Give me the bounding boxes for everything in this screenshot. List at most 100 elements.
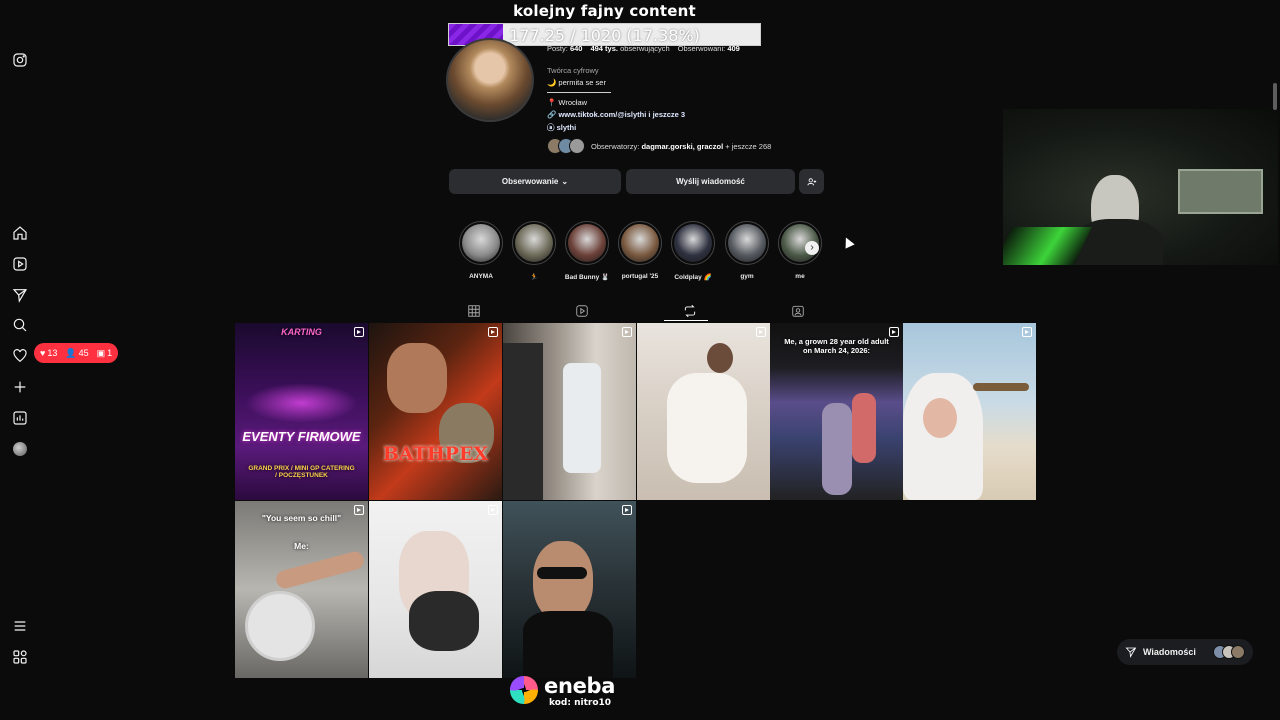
webcam-person-body <box>1073 219 1163 265</box>
likes-count: ♥ 13 <box>40 348 58 358</box>
reel-icon <box>354 327 364 337</box>
grid-tile[interactable] <box>503 323 636 500</box>
profile-category: Twórca cyfrowy <box>547 66 599 75</box>
highlight-cover <box>671 221 715 265</box>
messages-avatars <box>1213 645 1245 659</box>
tile-umbrella <box>973 383 1029 391</box>
grid-tile[interactable] <box>637 323 770 500</box>
highlight-item[interactable]: ANYMA <box>457 221 505 280</box>
home-icon[interactable] <box>12 225 28 241</box>
reel-icon <box>1022 327 1032 337</box>
followed-by-row[interactable]: Obserwatorzy: dagmar.gorski, graczol + j… <box>547 138 771 154</box>
highlight-label: 🏃 <box>529 274 539 281</box>
follows-count: 👤 45 <box>65 347 89 359</box>
mouse-cursor <box>841 235 855 249</box>
profile-picture[interactable] <box>446 38 534 122</box>
stats-icon[interactable] <box>12 410 28 426</box>
tile-text: "You seem so chill" <box>261 513 342 523</box>
tile-figure <box>822 403 852 495</box>
highlight-label: Coldplay 🌈 <box>674 274 712 281</box>
tile-sunglasses <box>537 567 587 579</box>
highlight-item[interactable]: Bad Bunny 🐰 <box>563 221 611 281</box>
tab-reels[interactable] <box>575 304 589 318</box>
tile-figure <box>707 343 733 373</box>
tile-text: EVENTY FIRMOWE <box>242 429 361 444</box>
bio-divider <box>547 92 611 93</box>
search-icon[interactable] <box>12 317 28 333</box>
following-stat[interactable]: Obserwowani: 409 <box>678 44 740 53</box>
grid-tile[interactable]: KARTING EVENTY FIRMOWE GRAND PRIX / MINI… <box>235 323 368 500</box>
highlight-label: ANYMA <box>469 273 493 280</box>
followed-by-avatars <box>547 138 585 154</box>
followers-stat[interactable]: 494 tys. obserwujących <box>590 44 669 53</box>
webcam-overlay <box>1003 109 1278 265</box>
add-user-button[interactable] <box>799 169 824 194</box>
profile-stats: Posty: 640 494 tys. obserwujących Obserw… <box>547 44 740 53</box>
active-tab-indicator <box>664 320 708 321</box>
bio-line: 🌙 permita se ser <box>547 78 606 87</box>
messages-button[interactable]: Wiadomości <box>1117 639 1253 665</box>
reels-icon[interactable] <box>12 256 28 272</box>
bio-link[interactable]: 🔗 www.tiktok.com/@islythi i jeszcze 3 <box>547 110 685 119</box>
instagram-icon[interactable] <box>12 52 28 68</box>
highlight-item[interactable]: 🏃 <box>510 221 558 281</box>
bio-location: 📍 Wrocław <box>547 98 588 107</box>
highlight-cover <box>725 221 769 265</box>
highlight-cover <box>565 221 609 265</box>
threads-link[interactable]: ⓐ slythi <box>547 122 576 133</box>
messages-label: Wiadomości <box>1143 647 1196 657</box>
heart-icon[interactable] <box>12 348 28 364</box>
tab-posts[interactable] <box>467 304 481 318</box>
send-icon[interactable] <box>12 287 28 303</box>
grid-tile[interactable] <box>503 501 636 678</box>
highlight-item[interactable]: Coldplay 🌈 <box>669 221 717 281</box>
tile-text: Me: <box>294 541 309 551</box>
following-button[interactable]: Obserwowanie ⌄ <box>449 169 621 194</box>
chevron-down-icon: ⌄ <box>561 177 569 186</box>
send-icon <box>1125 647 1137 658</box>
highlight-item[interactable]: gym <box>723 221 771 280</box>
highlight-label: Bad Bunny 🐰 <box>564 274 610 281</box>
reel-icon <box>622 327 632 337</box>
scrollbar[interactable] <box>1273 83 1277 110</box>
other-count: ▣ 1 <box>96 347 113 359</box>
notifications-badge[interactable]: ♥ 13 👤 45 ▣ 1 <box>34 343 119 363</box>
send-message-button[interactable]: Wyślij wiadomość <box>626 169 795 194</box>
reel-icon <box>488 505 498 515</box>
tab-tagged[interactable] <box>791 304 805 318</box>
reel-icon <box>756 327 766 337</box>
eneba-logo-icon <box>510 676 538 704</box>
menu-icon[interactable] <box>12 618 28 634</box>
posts-stat: Posty: 640 <box>547 44 583 53</box>
tile-figure <box>409 591 479 651</box>
tile-figure <box>852 393 876 463</box>
highlights-next-button[interactable]: › <box>805 241 819 255</box>
tile-figure <box>563 363 601 473</box>
highlight-label: me <box>795 273 805 280</box>
highlight-label: portugal '25 <box>621 273 659 280</box>
tile-glow <box>245 383 358 423</box>
highlight-cover <box>459 221 503 265</box>
grid-tile[interactable] <box>369 501 502 678</box>
grid-tile[interactable]: "You seem so chill" Me: <box>235 501 368 678</box>
reel-icon <box>622 505 632 515</box>
tile-figure <box>523 611 613 678</box>
highlight-label: gym <box>740 273 754 280</box>
reels-icon <box>576 305 588 317</box>
reel-icon <box>354 505 364 515</box>
create-icon[interactable] <box>12 379 28 395</box>
tile-arm <box>274 549 366 591</box>
tab-reposts[interactable] <box>683 304 697 318</box>
tile-figure <box>923 398 957 438</box>
tile-text: KARTING <box>281 327 322 337</box>
add-user-icon <box>806 177 816 185</box>
tagged-icon <box>792 305 804 317</box>
grid-tile[interactable]: Me, a grown 28 year old adult on March 2… <box>770 323 903 500</box>
grid-tile[interactable]: BATHPEX <box>369 323 502 500</box>
grid-tile[interactable] <box>903 323 1036 500</box>
highlight-item[interactable]: portugal '25 <box>616 221 664 280</box>
meta-icon[interactable] <box>12 649 28 665</box>
highlight-cover <box>512 221 556 265</box>
profile-avatar-icon[interactable] <box>13 442 27 456</box>
highlight-cover <box>618 221 662 265</box>
